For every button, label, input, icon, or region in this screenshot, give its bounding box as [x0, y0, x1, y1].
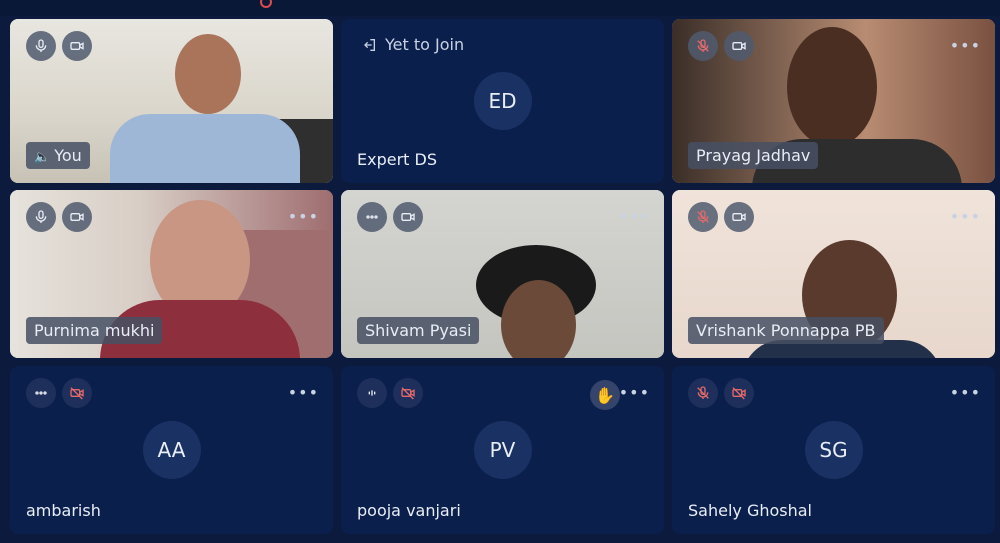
more-dots-icon[interactable]	[357, 202, 387, 232]
more-options-icon[interactable]: •••	[950, 36, 981, 55]
more-options-icon[interactable]: •••	[619, 207, 650, 226]
tile-vrishank[interactable]: ••• Vrishank Ponnappa PB	[672, 190, 995, 358]
audio-level-icon[interactable]	[357, 378, 387, 408]
tile-you[interactable]: 🔈 You	[10, 19, 333, 183]
join-status: Yet to Join	[361, 35, 464, 54]
participant-name: Prayag Jadhav	[688, 142, 819, 169]
tile-expert-ds[interactable]: Yet to Join ED Expert DS	[341, 19, 664, 183]
more-options-icon[interactable]: •••	[288, 383, 319, 402]
camera-off-icon[interactable]	[724, 378, 754, 408]
camera-icon[interactable]	[724, 202, 754, 232]
participant-name: Expert DS	[357, 150, 437, 169]
tile-controls	[688, 202, 754, 232]
record-indicator	[260, 0, 272, 8]
tile-controls	[357, 202, 423, 232]
tile-ambarish[interactable]: ••• AA ambarish	[10, 366, 333, 534]
mic-icon[interactable]	[26, 31, 56, 61]
avatar: ED	[473, 72, 532, 130]
avatar: PV	[473, 421, 532, 479]
more-options-icon[interactable]: •••	[288, 207, 319, 226]
more-dots-icon[interactable]	[26, 378, 56, 408]
participant-name: Shivam Pyasi	[357, 317, 480, 344]
participant-name: 🔈 You	[26, 142, 90, 169]
more-options-icon[interactable]: •••	[950, 207, 981, 226]
mic-off-icon[interactable]	[688, 378, 718, 408]
tile-controls	[26, 202, 92, 232]
camera-icon[interactable]	[62, 202, 92, 232]
participant-name: Vrishank Ponnappa PB	[688, 317, 884, 344]
tile-shivam[interactable]: ••• Shivam Pyasi	[341, 190, 664, 358]
mic-icon[interactable]	[26, 202, 56, 232]
tile-controls	[688, 378, 754, 408]
name-label: You	[54, 146, 82, 165]
tile-controls	[357, 378, 423, 408]
camera-icon[interactable]	[62, 31, 92, 61]
tile-prayag[interactable]: ••• Prayag Jadhav	[672, 19, 995, 183]
tile-controls	[26, 31, 92, 61]
status-text: Yet to Join	[385, 35, 465, 54]
mic-off-icon[interactable]	[688, 31, 718, 61]
speaker-icon: 🔈	[34, 150, 51, 165]
camera-off-icon[interactable]	[62, 378, 92, 408]
more-options-icon[interactable]: •••	[619, 383, 650, 402]
top-bar	[0, 0, 1000, 16]
camera-icon[interactable]	[393, 202, 423, 232]
participant-name: ambarish	[26, 501, 101, 520]
camera-off-icon[interactable]	[393, 378, 423, 408]
participant-name: pooja vanjari	[357, 501, 461, 520]
tile-controls	[688, 31, 754, 61]
tile-purnima[interactable]: ••• Purnima mukhi	[10, 190, 333, 358]
more-options-icon[interactable]: •••	[950, 383, 981, 402]
mic-off-icon[interactable]	[688, 202, 718, 232]
participant-name: Sahely Ghoshal	[688, 501, 812, 520]
avatar: SG	[804, 421, 863, 479]
tile-controls	[26, 378, 92, 408]
tile-pooja[interactable]: ✋ ••• PV pooja vanjari	[341, 366, 664, 534]
door-icon	[364, 38, 375, 51]
participant-name: Purnima mukhi	[26, 317, 163, 344]
avatar: AA	[142, 421, 201, 479]
camera-icon[interactable]	[724, 31, 754, 61]
raised-hand-icon: ✋	[590, 380, 620, 410]
tile-sahely[interactable]: ••• SG Sahely Ghoshal	[672, 366, 995, 534]
